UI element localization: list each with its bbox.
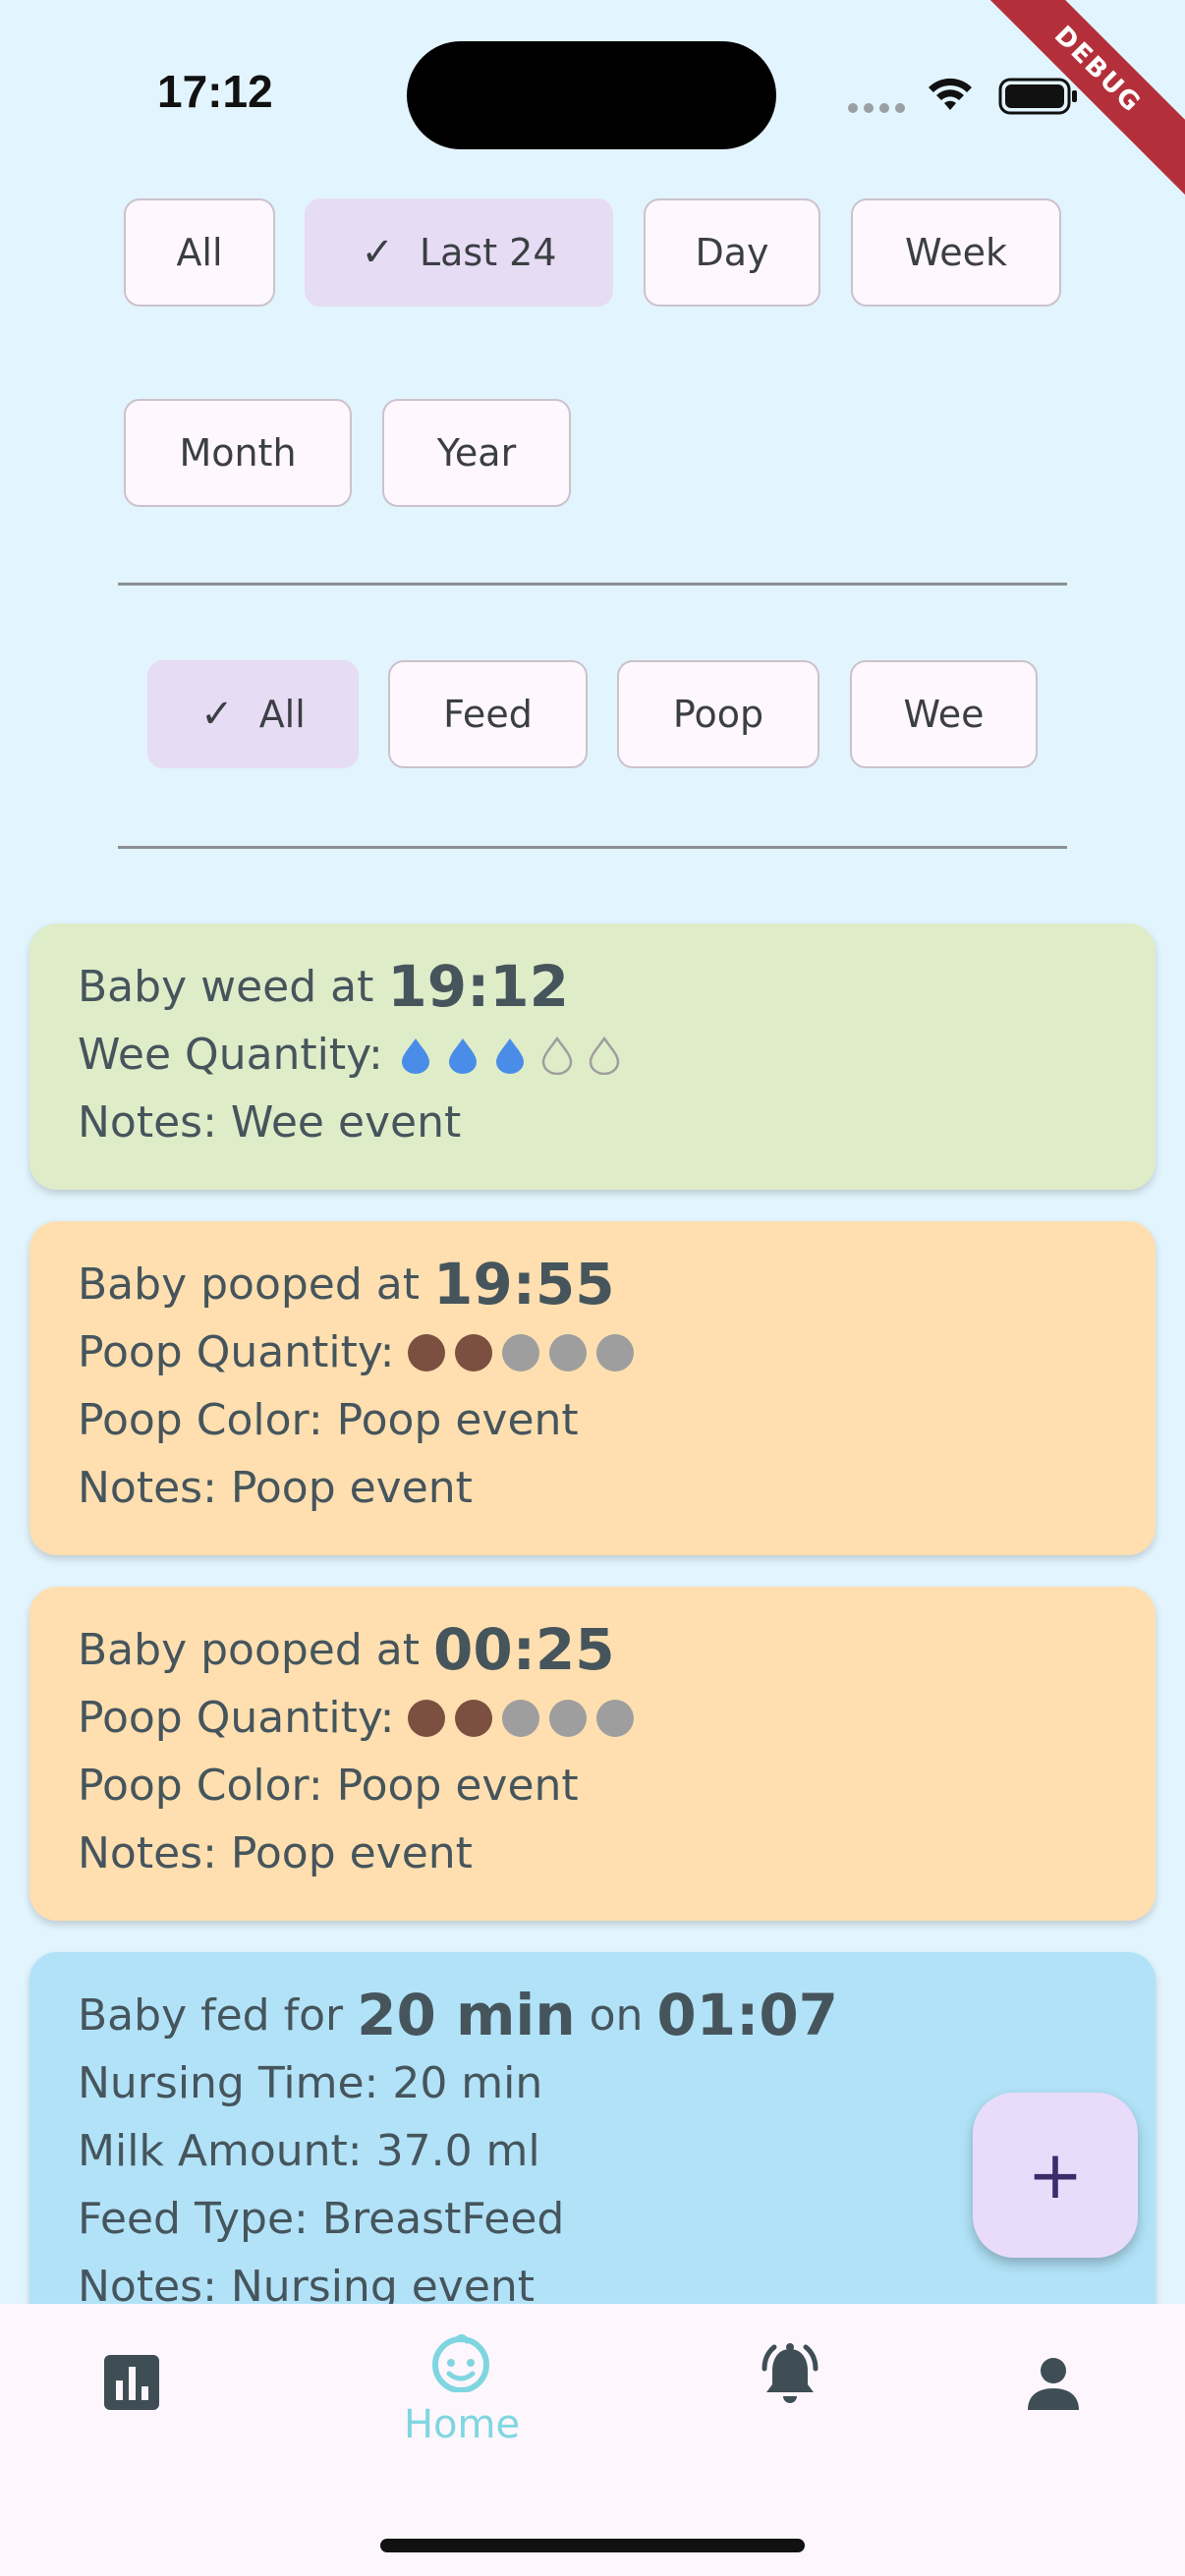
chip-label: Month (179, 431, 297, 475)
poop-color: Poop Color: Poop event (78, 1395, 579, 1445)
add-event-button[interactable]: + (973, 2093, 1138, 2258)
event-time: 19:55 (433, 1251, 615, 1317)
event-title: Baby pooped at 00:25 (78, 1616, 1156, 1684)
chip-label: All (176, 231, 223, 274)
quantity-dot-empty (596, 1333, 635, 1372)
wee-quantity-row: Wee Quantity: (78, 1021, 1156, 1089)
event-card-poop[interactable]: Baby pooped at 19:55 Poop Quantity: Poop… (29, 1221, 1156, 1555)
type-chip-feed[interactable]: Feed (388, 660, 588, 768)
filter-chip-day[interactable]: Day (644, 198, 820, 307)
water-drop-filled-icon (401, 1037, 429, 1074)
quantity-dot-filled (455, 1699, 493, 1737)
chip-label: Last 24 (419, 231, 557, 274)
chip-label: Year (436, 431, 517, 475)
poop-quantity-row: Poop Quantity: (78, 1684, 1156, 1752)
filter-chip-year[interactable]: Year (382, 399, 571, 507)
poop-quantity-row: Poop Quantity: (78, 1318, 1156, 1386)
poop-quantity-rating (398, 1333, 635, 1372)
quantity-dot-empty (502, 1333, 540, 1372)
baby-face-icon (432, 2333, 489, 2392)
dynamic-island (407, 41, 776, 149)
event-notes: Notes: Wee event (78, 1097, 462, 1148)
chip-label: Week (904, 231, 1008, 274)
title-prefix: Baby pooped at (78, 1625, 421, 1675)
nav-item-reminders[interactable] (692, 2304, 888, 2461)
divider (118, 846, 1067, 849)
filter-chip-month[interactable]: Month (124, 399, 352, 507)
filter-chip-week[interactable]: Week (851, 198, 1061, 307)
chip-label: Feed (443, 693, 533, 736)
quantity-label: Wee Quantity: (78, 1030, 383, 1080)
filter-chip-all-time[interactable]: All (124, 198, 275, 307)
event-title: Baby pooped at 19:55 (78, 1251, 1156, 1318)
person-icon (1028, 2358, 1079, 2410)
quantity-dot-empty (596, 1699, 635, 1737)
filter-chip-last-24[interactable]: ✓ Last 24 (305, 198, 613, 307)
signal-icon (848, 103, 905, 113)
title-prefix: Baby pooped at (78, 1260, 421, 1310)
divider (118, 583, 1067, 586)
event-time: 01:07 (656, 1982, 839, 2048)
quantity-label: Poop Quantity: (78, 1693, 395, 1743)
feed-duration: 20 min (357, 1982, 576, 2048)
event-card-poop[interactable]: Baby pooped at 00:25 Poop Quantity: Poop… (29, 1587, 1156, 1921)
type-chip-wee[interactable]: Wee (850, 660, 1038, 768)
status-time: 17:12 (157, 66, 273, 117)
nav-item-profile[interactable] (955, 2304, 1152, 2461)
nav-item-stats[interactable] (33, 2304, 230, 2461)
water-drop-empty-icon (541, 1036, 573, 1075)
chip-label: Wee (903, 693, 985, 736)
title-mid: on (589, 1990, 644, 2041)
event-notes: Notes: Poop event (78, 1828, 473, 1878)
wifi-icon (929, 78, 972, 110)
event-card-wee[interactable]: Baby weed at 19:12 Wee Quantity: Notes: … (29, 924, 1156, 1190)
event-time: 00:25 (433, 1616, 615, 1683)
event-time: 19:12 (387, 953, 569, 1020)
type-chip-all[interactable]: ✓ All (147, 660, 359, 768)
wee-quantity-rating (387, 1036, 623, 1075)
water-drop-filled-icon (448, 1037, 477, 1074)
title-prefix: Baby weed at (78, 962, 374, 1012)
poop-color: Poop Color: Poop event (78, 1761, 579, 1811)
check-icon: ✓ (361, 230, 394, 275)
event-title: Baby fed for 20 min on 01:07 (78, 1982, 1156, 2049)
check-icon: ✓ (200, 692, 234, 737)
battery-icon (998, 78, 1077, 115)
title-prefix: Baby fed for (78, 1990, 344, 2041)
water-drop-filled-icon (495, 1037, 524, 1074)
quantity-label: Poop Quantity: (78, 1327, 395, 1377)
home-indicator (380, 2539, 805, 2552)
quantity-dot-empty (502, 1699, 540, 1737)
bar-chart-icon (104, 2355, 159, 2410)
chip-label: All (258, 693, 306, 736)
quantity-dot-empty (549, 1699, 588, 1737)
quantity-dot-filled (455, 1333, 493, 1372)
poop-quantity-rating (398, 1699, 635, 1737)
nav-label-home: Home (403, 2402, 521, 2447)
bell-alert-icon (762, 2343, 818, 2403)
chip-label: Poop (672, 693, 764, 736)
type-chip-poop[interactable]: Poop (617, 660, 819, 768)
quantity-dot-filled (408, 1699, 446, 1737)
water-drop-empty-icon (589, 1036, 620, 1075)
chip-label: Day (695, 231, 769, 274)
quantity-dot-filled (408, 1333, 446, 1372)
quantity-dot-empty (549, 1333, 588, 1372)
event-title: Baby weed at 19:12 (78, 953, 1156, 1021)
event-notes: Notes: Poop event (78, 1463, 473, 1513)
